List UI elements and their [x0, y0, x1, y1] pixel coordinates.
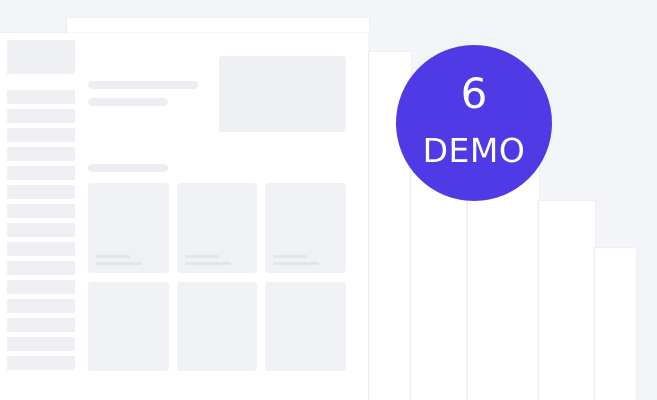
- card-caption-placeholder: [273, 262, 319, 265]
- sidebar-item-placeholder: [7, 109, 75, 123]
- sidebar-item-placeholder: [7, 356, 75, 370]
- grid-card-placeholder: [88, 183, 169, 273]
- sidebar-item-placeholder: [7, 242, 75, 256]
- grid-card-placeholder: [265, 282, 346, 371]
- sidebar-item-placeholder: [7, 280, 75, 294]
- sidebar-item-placeholder: [7, 90, 75, 104]
- sidebar-item-placeholder: [7, 204, 75, 218]
- stacked-page-step-5: [594, 248, 636, 400]
- sidebar-logo-placeholder: [7, 40, 75, 74]
- sidebar-item-placeholder: [7, 299, 75, 313]
- grid-card-placeholder: [177, 183, 257, 273]
- sidebar-item-placeholder: [7, 223, 75, 237]
- subheading-placeholder: [88, 98, 168, 106]
- card-caption-placeholder: [273, 255, 307, 258]
- sidebar-item-placeholder: [7, 128, 75, 142]
- sidebar-item-placeholder: [7, 337, 75, 351]
- sidebar-item-placeholder: [7, 318, 75, 332]
- card-caption-placeholder: [96, 255, 130, 258]
- card-caption-placeholder: [185, 262, 231, 265]
- card-caption-placeholder: [96, 262, 142, 265]
- sidebar-item-placeholder: [7, 185, 75, 199]
- demo-label: DEMO: [422, 131, 526, 170]
- wireframe-page: [0, 33, 368, 400]
- demo-preview-stage: 6 DEMO: [0, 0, 657, 400]
- section-title-placeholder: [88, 164, 168, 172]
- card-caption-placeholder: [185, 255, 219, 258]
- demo-count-badge: 6 DEMO: [396, 45, 552, 201]
- grid-card-placeholder: [88, 282, 169, 371]
- sidebar-item-placeholder: [7, 147, 75, 161]
- stacked-page-step-4: [538, 201, 595, 400]
- sidebar-item-placeholder: [7, 166, 75, 180]
- grid-card-placeholder: [265, 183, 346, 273]
- heading-placeholder: [88, 81, 198, 89]
- header-image-placeholder: [219, 56, 346, 132]
- sidebar-item-placeholder: [7, 261, 75, 275]
- demo-count-number: 6: [460, 69, 488, 118]
- grid-card-placeholder: [177, 282, 257, 371]
